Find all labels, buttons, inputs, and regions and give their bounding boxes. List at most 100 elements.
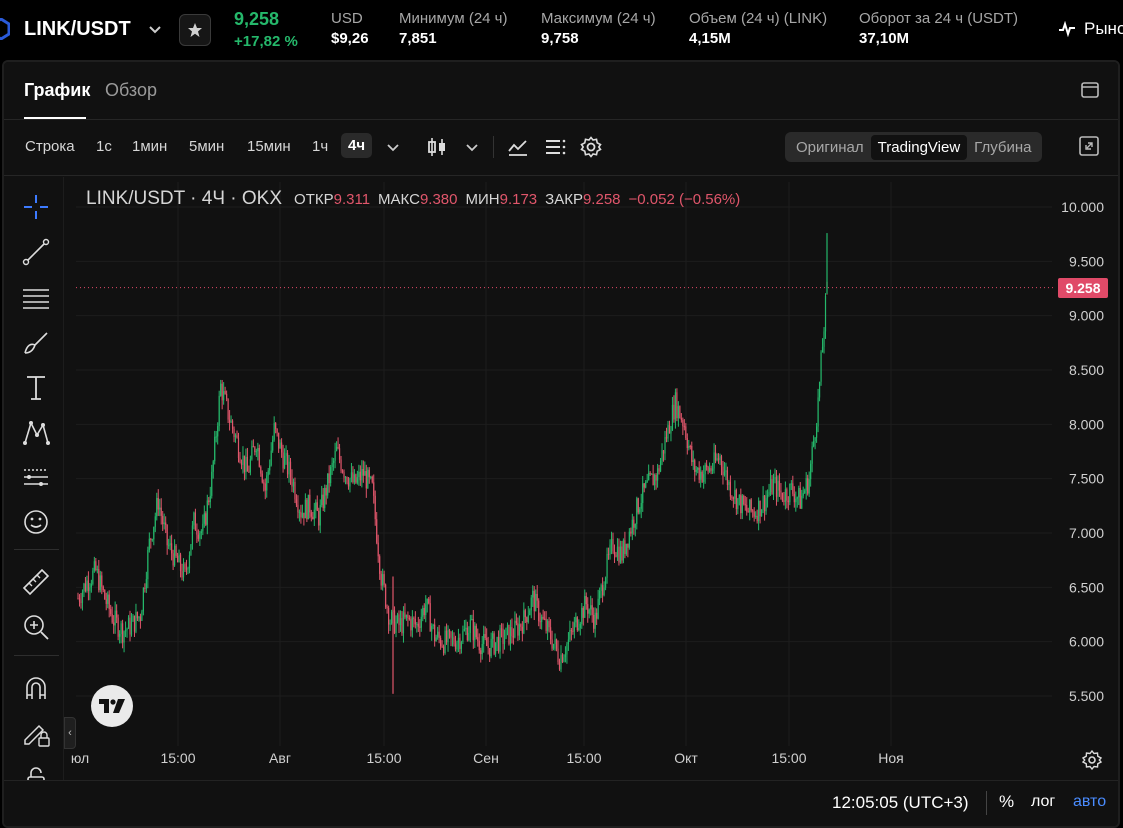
candle-body bbox=[752, 510, 754, 512]
candle-body bbox=[231, 420, 234, 429]
candle-body bbox=[178, 554, 180, 563]
candle-body bbox=[417, 623, 419, 627]
y-tick-label: 10.000 bbox=[1061, 199, 1104, 215]
candle-body bbox=[579, 623, 581, 628]
y-tick-label: 8.000 bbox=[1069, 416, 1104, 432]
candle-body bbox=[300, 511, 302, 518]
candle-body bbox=[322, 494, 324, 509]
markets-link[interactable]: Рынок bbox=[1058, 19, 1123, 39]
candle-body bbox=[114, 610, 116, 626]
candle-body bbox=[628, 531, 630, 548]
candle-body bbox=[121, 623, 124, 643]
candle-body bbox=[768, 492, 770, 496]
tv-mark-icon bbox=[99, 699, 125, 713]
candle-body bbox=[486, 637, 488, 646]
candle-body bbox=[654, 474, 656, 486]
candle-body bbox=[95, 561, 97, 570]
candle-body bbox=[665, 437, 668, 439]
candle-body bbox=[674, 392, 677, 420]
candle-body bbox=[113, 622, 115, 626]
auto-scale-toggle[interactable]: авто bbox=[1073, 793, 1106, 811]
percent-scale-toggle[interactable]: % bbox=[999, 792, 1014, 812]
candle-body bbox=[199, 533, 201, 539]
candle-body bbox=[633, 519, 635, 528]
legend-high-label: МАКС bbox=[378, 191, 420, 208]
divider bbox=[986, 791, 987, 815]
candle-body bbox=[313, 509, 315, 520]
candle-body bbox=[763, 495, 766, 512]
candle-body bbox=[524, 610, 526, 618]
candle-body bbox=[575, 617, 577, 623]
candle-body bbox=[346, 477, 348, 483]
candle-body bbox=[480, 650, 482, 655]
candle-body bbox=[729, 481, 732, 497]
candle-body bbox=[399, 618, 402, 626]
candle-body bbox=[193, 512, 195, 526]
candle-body bbox=[694, 460, 696, 472]
candle-body bbox=[123, 631, 125, 643]
candle-body bbox=[676, 392, 678, 419]
candle-body bbox=[810, 463, 812, 480]
candle-body bbox=[545, 618, 547, 631]
candle-body bbox=[331, 462, 333, 468]
candle-body bbox=[555, 639, 558, 649]
candle-body bbox=[377, 542, 379, 557]
candle-body bbox=[802, 493, 804, 496]
candle-body bbox=[243, 455, 246, 473]
pair-selector[interactable]: LINK/USDT bbox=[24, 18, 131, 41]
candle-body bbox=[379, 556, 381, 574]
price-chart[interactable]: 10.000 9.500 9.000 8.500 8.000 7.500 7.000 6.50… bbox=[4, 62, 1120, 782]
candle-body bbox=[156, 497, 158, 517]
candle-body bbox=[707, 467, 709, 472]
candle-body bbox=[139, 616, 142, 621]
candle-body bbox=[771, 479, 773, 495]
clock: 12:05:05 (UTC+3) bbox=[832, 793, 969, 812]
candle-body bbox=[208, 500, 210, 503]
candle-body bbox=[734, 489, 736, 499]
log-scale-toggle[interactable]: лог bbox=[1031, 793, 1055, 811]
candle-body bbox=[90, 583, 92, 588]
candle-body bbox=[315, 502, 317, 510]
chevron-down-icon[interactable] bbox=[146, 20, 164, 38]
legend-low: 9.173 bbox=[499, 191, 538, 208]
candle-body bbox=[463, 629, 465, 631]
candle-body bbox=[818, 381, 821, 398]
candle-body bbox=[404, 612, 406, 618]
candle-body bbox=[108, 594, 110, 610]
candle-body bbox=[312, 516, 314, 520]
candle-body bbox=[92, 570, 94, 584]
candle-body bbox=[615, 555, 617, 557]
legend-symbol: LINK/USDT · 4Ч · OKX bbox=[86, 188, 283, 209]
legend-high: 9.380 bbox=[419, 191, 458, 208]
axis-settings-gear-icon[interactable] bbox=[1081, 749, 1103, 771]
candle-body bbox=[731, 496, 733, 498]
candle-body bbox=[722, 466, 724, 476]
candle-body bbox=[701, 471, 703, 482]
candle-body bbox=[96, 569, 98, 571]
tradingview-logo-icon[interactable] bbox=[91, 685, 133, 727]
candle-body bbox=[539, 621, 541, 623]
candle-body bbox=[246, 456, 249, 472]
candle-body bbox=[445, 630, 448, 643]
candle-body bbox=[286, 453, 289, 475]
candle-body bbox=[500, 628, 503, 630]
candle-body bbox=[200, 531, 202, 534]
candle-body bbox=[376, 519, 378, 543]
favorite-button[interactable] bbox=[179, 14, 211, 46]
candle-body bbox=[784, 489, 786, 502]
current-price-tag: 9.258 bbox=[1058, 277, 1108, 298]
candle-body bbox=[116, 610, 118, 618]
candle-body bbox=[129, 617, 131, 635]
candle-body bbox=[423, 607, 425, 616]
candle-body bbox=[261, 473, 263, 483]
candle-body bbox=[600, 585, 602, 591]
candle-body bbox=[191, 525, 194, 545]
stat-turnover-24h: Оборот за 24 ч (USDT) 37,10M bbox=[859, 10, 1019, 47]
candle-body bbox=[211, 471, 213, 496]
candle-body bbox=[283, 455, 286, 469]
candle-body bbox=[786, 489, 788, 501]
candle-body bbox=[434, 624, 436, 642]
candle-body bbox=[671, 404, 674, 431]
candle-body bbox=[529, 610, 531, 616]
legend-open-label: ОТКР bbox=[294, 191, 334, 208]
